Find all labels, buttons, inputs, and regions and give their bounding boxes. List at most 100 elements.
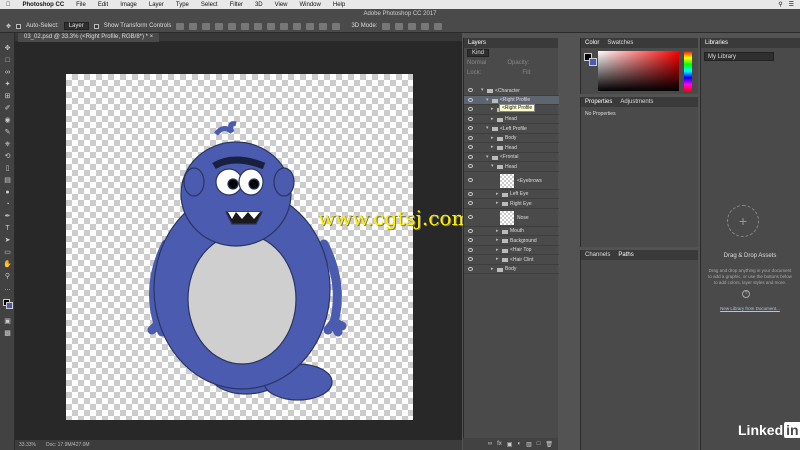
artboard-transparent[interactable] xyxy=(66,74,413,420)
layer-row[interactable]: ▸ Head xyxy=(464,143,559,153)
color-panel-background-swatch[interactable] xyxy=(589,58,597,66)
visibility-eye-icon[interactable] xyxy=(468,126,473,130)
marquee-tool-icon[interactable]: □ xyxy=(3,57,12,65)
adjustment-layer-icon[interactable]: ◐ xyxy=(517,441,521,447)
collapsed-caret-icon[interactable]: ▸ xyxy=(496,256,499,262)
layer-row[interactable]: ▸ Body xyxy=(464,265,559,274)
layer-row[interactable]: ▸ Mouth xyxy=(464,227,559,236)
brush-tool-icon[interactable]: ✎ xyxy=(3,129,12,137)
distribute-right-icon[interactable] xyxy=(319,22,328,30)
collapsed-caret-icon[interactable]: ▸ xyxy=(496,247,499,253)
help-icon[interactable]: ? xyxy=(742,290,750,298)
collapsed-caret-icon[interactable]: ▸ xyxy=(496,191,499,197)
menu-type[interactable]: Type xyxy=(170,2,195,8)
zoom-level[interactable]: 33.33% xyxy=(19,442,36,448)
collapsed-caret-icon[interactable]: ▸ xyxy=(491,106,494,112)
distribute-middle-icon[interactable] xyxy=(267,22,276,30)
screen-mode-icon[interactable]: ▩ xyxy=(3,330,12,338)
visibility-eye-icon[interactable] xyxy=(468,107,473,111)
visibility-eye-icon[interactable] xyxy=(468,145,473,149)
layer-row[interactable]: ▸ Background xyxy=(464,236,559,246)
visibility-eye-icon[interactable] xyxy=(468,257,473,261)
zoom-tool-icon[interactable]: ⚲ xyxy=(3,273,12,281)
eraser-tool-icon[interactable]: ▯ xyxy=(3,165,12,173)
collapsed-caret-icon[interactable]: ▸ xyxy=(496,228,499,234)
tab-adjustments[interactable]: Adjustments xyxy=(620,99,653,105)
3d-roll-icon[interactable] xyxy=(395,22,404,30)
quick-select-tool-icon[interactable]: ✦ xyxy=(3,81,12,89)
new-layer-icon[interactable]: □ xyxy=(537,441,541,447)
quick-mask-icon[interactable]: ▣ xyxy=(3,318,12,326)
collapsed-caret-icon[interactable]: ▸ xyxy=(491,135,494,141)
document-tab[interactable]: 03_02.psd @ 33.3% (<Right Profile, RGB/8… xyxy=(18,33,160,42)
expanded-caret-icon[interactable]: ▾ xyxy=(486,154,489,160)
add-asset-icon[interactable]: + xyxy=(727,205,759,237)
show-transform-checkbox[interactable] xyxy=(93,23,99,29)
collapsed-caret-icon[interactable]: ▸ xyxy=(496,237,499,243)
layer-row[interactable]: ▸ <Hair Top xyxy=(464,246,559,255)
tab-properties[interactable]: Properties xyxy=(585,99,612,105)
hand-tool-icon[interactable]: ✋ xyxy=(3,261,12,269)
menu-edit[interactable]: Edit xyxy=(92,2,114,8)
auto-select-checkbox[interactable] xyxy=(16,23,22,29)
distribute-top-icon[interactable] xyxy=(254,22,263,30)
3d-pan-icon[interactable] xyxy=(408,22,417,30)
fx-icon[interactable]: fx xyxy=(497,441,502,447)
path-select-tool-icon[interactable]: ➤ xyxy=(3,237,12,245)
visibility-eye-icon[interactable] xyxy=(468,97,473,102)
hue-slider[interactable] xyxy=(684,51,692,91)
tab-layers[interactable]: Layers xyxy=(468,40,486,46)
menu-3d[interactable]: 3D xyxy=(249,2,269,8)
close-icon[interactable]: × xyxy=(150,34,154,40)
distribute-center-icon[interactable] xyxy=(306,22,315,30)
history-brush-tool-icon[interactable]: ⟲ xyxy=(3,153,12,161)
dodge-tool-icon[interactable]: ◔ xyxy=(3,201,12,209)
align-left-icon[interactable] xyxy=(215,22,224,30)
lasso-tool-icon[interactable]: ∞ xyxy=(3,69,12,77)
new-group-icon[interactable]: ▧ xyxy=(526,441,532,448)
distribute-bottom-icon[interactable] xyxy=(280,22,289,30)
expanded-caret-icon[interactable]: ▾ xyxy=(486,97,489,103)
menu-help[interactable]: Help xyxy=(327,2,351,8)
auto-select-dropdown[interactable]: Layer xyxy=(63,22,89,30)
visibility-eye-icon[interactable] xyxy=(468,266,473,271)
kind-filter-dropdown[interactable]: Kind xyxy=(467,49,490,57)
3d-orbit-icon[interactable] xyxy=(382,22,391,30)
visibility-eye-icon[interactable] xyxy=(468,164,473,168)
tab-swatches[interactable]: Swatches xyxy=(607,40,633,46)
collapsed-caret-icon[interactable]: ▸ xyxy=(496,200,499,206)
menu-window[interactable]: Window xyxy=(294,2,327,8)
stamp-tool-icon[interactable]: ⎈ xyxy=(3,141,12,149)
collapsed-caret-icon[interactable]: ▸ xyxy=(491,116,494,122)
healing-tool-icon[interactable]: ◉ xyxy=(3,117,12,125)
visibility-eye-icon[interactable] xyxy=(468,116,473,121)
new-library-link[interactable]: New Library from Document... xyxy=(700,306,800,311)
search-icon[interactable]: ⚲ xyxy=(778,1,782,8)
add-mask-icon[interactable]: ▣ xyxy=(507,441,513,448)
crop-tool-icon[interactable]: ⊞ xyxy=(3,93,12,101)
visibility-eye-icon[interactable] xyxy=(468,214,473,219)
visibility-eye-icon[interactable] xyxy=(468,228,473,233)
layer-row[interactable]: ▾ <Left Profile xyxy=(464,124,559,134)
visibility-eye-icon[interactable] xyxy=(468,135,473,140)
menu-list-icon[interactable]: ☰ xyxy=(789,1,794,8)
expanded-caret-icon[interactable]: ▾ xyxy=(491,163,494,169)
layer-row[interactable]: ▸ Body xyxy=(464,134,559,143)
background-color-swatch[interactable] xyxy=(6,302,13,309)
visibility-eye-icon[interactable] xyxy=(468,177,473,182)
eyedropper-tool-icon[interactable]: ✐ xyxy=(3,105,12,113)
layer-row[interactable]: Nose xyxy=(464,209,559,227)
distribute-left-icon[interactable] xyxy=(293,22,302,30)
visibility-eye-icon[interactable] xyxy=(468,88,473,92)
layer-row[interactable]: <Eyebrows xyxy=(464,172,559,190)
tab-paths[interactable]: Paths xyxy=(618,252,633,258)
blend-mode-dropdown[interactable]: Normal xyxy=(467,60,486,66)
layer-row[interactable]: ▸ <Hair Clint xyxy=(464,255,559,265)
visibility-eye-icon[interactable] xyxy=(468,201,473,205)
menu-file[interactable]: File xyxy=(70,2,92,8)
align-middle-icon[interactable] xyxy=(189,22,198,30)
visibility-eye-icon[interactable] xyxy=(468,238,473,242)
collapsed-caret-icon[interactable]: ▸ xyxy=(491,266,494,272)
more-tools-icon[interactable]: … xyxy=(3,285,12,293)
layer-row[interactable]: ▸ Left Eye xyxy=(464,190,559,199)
